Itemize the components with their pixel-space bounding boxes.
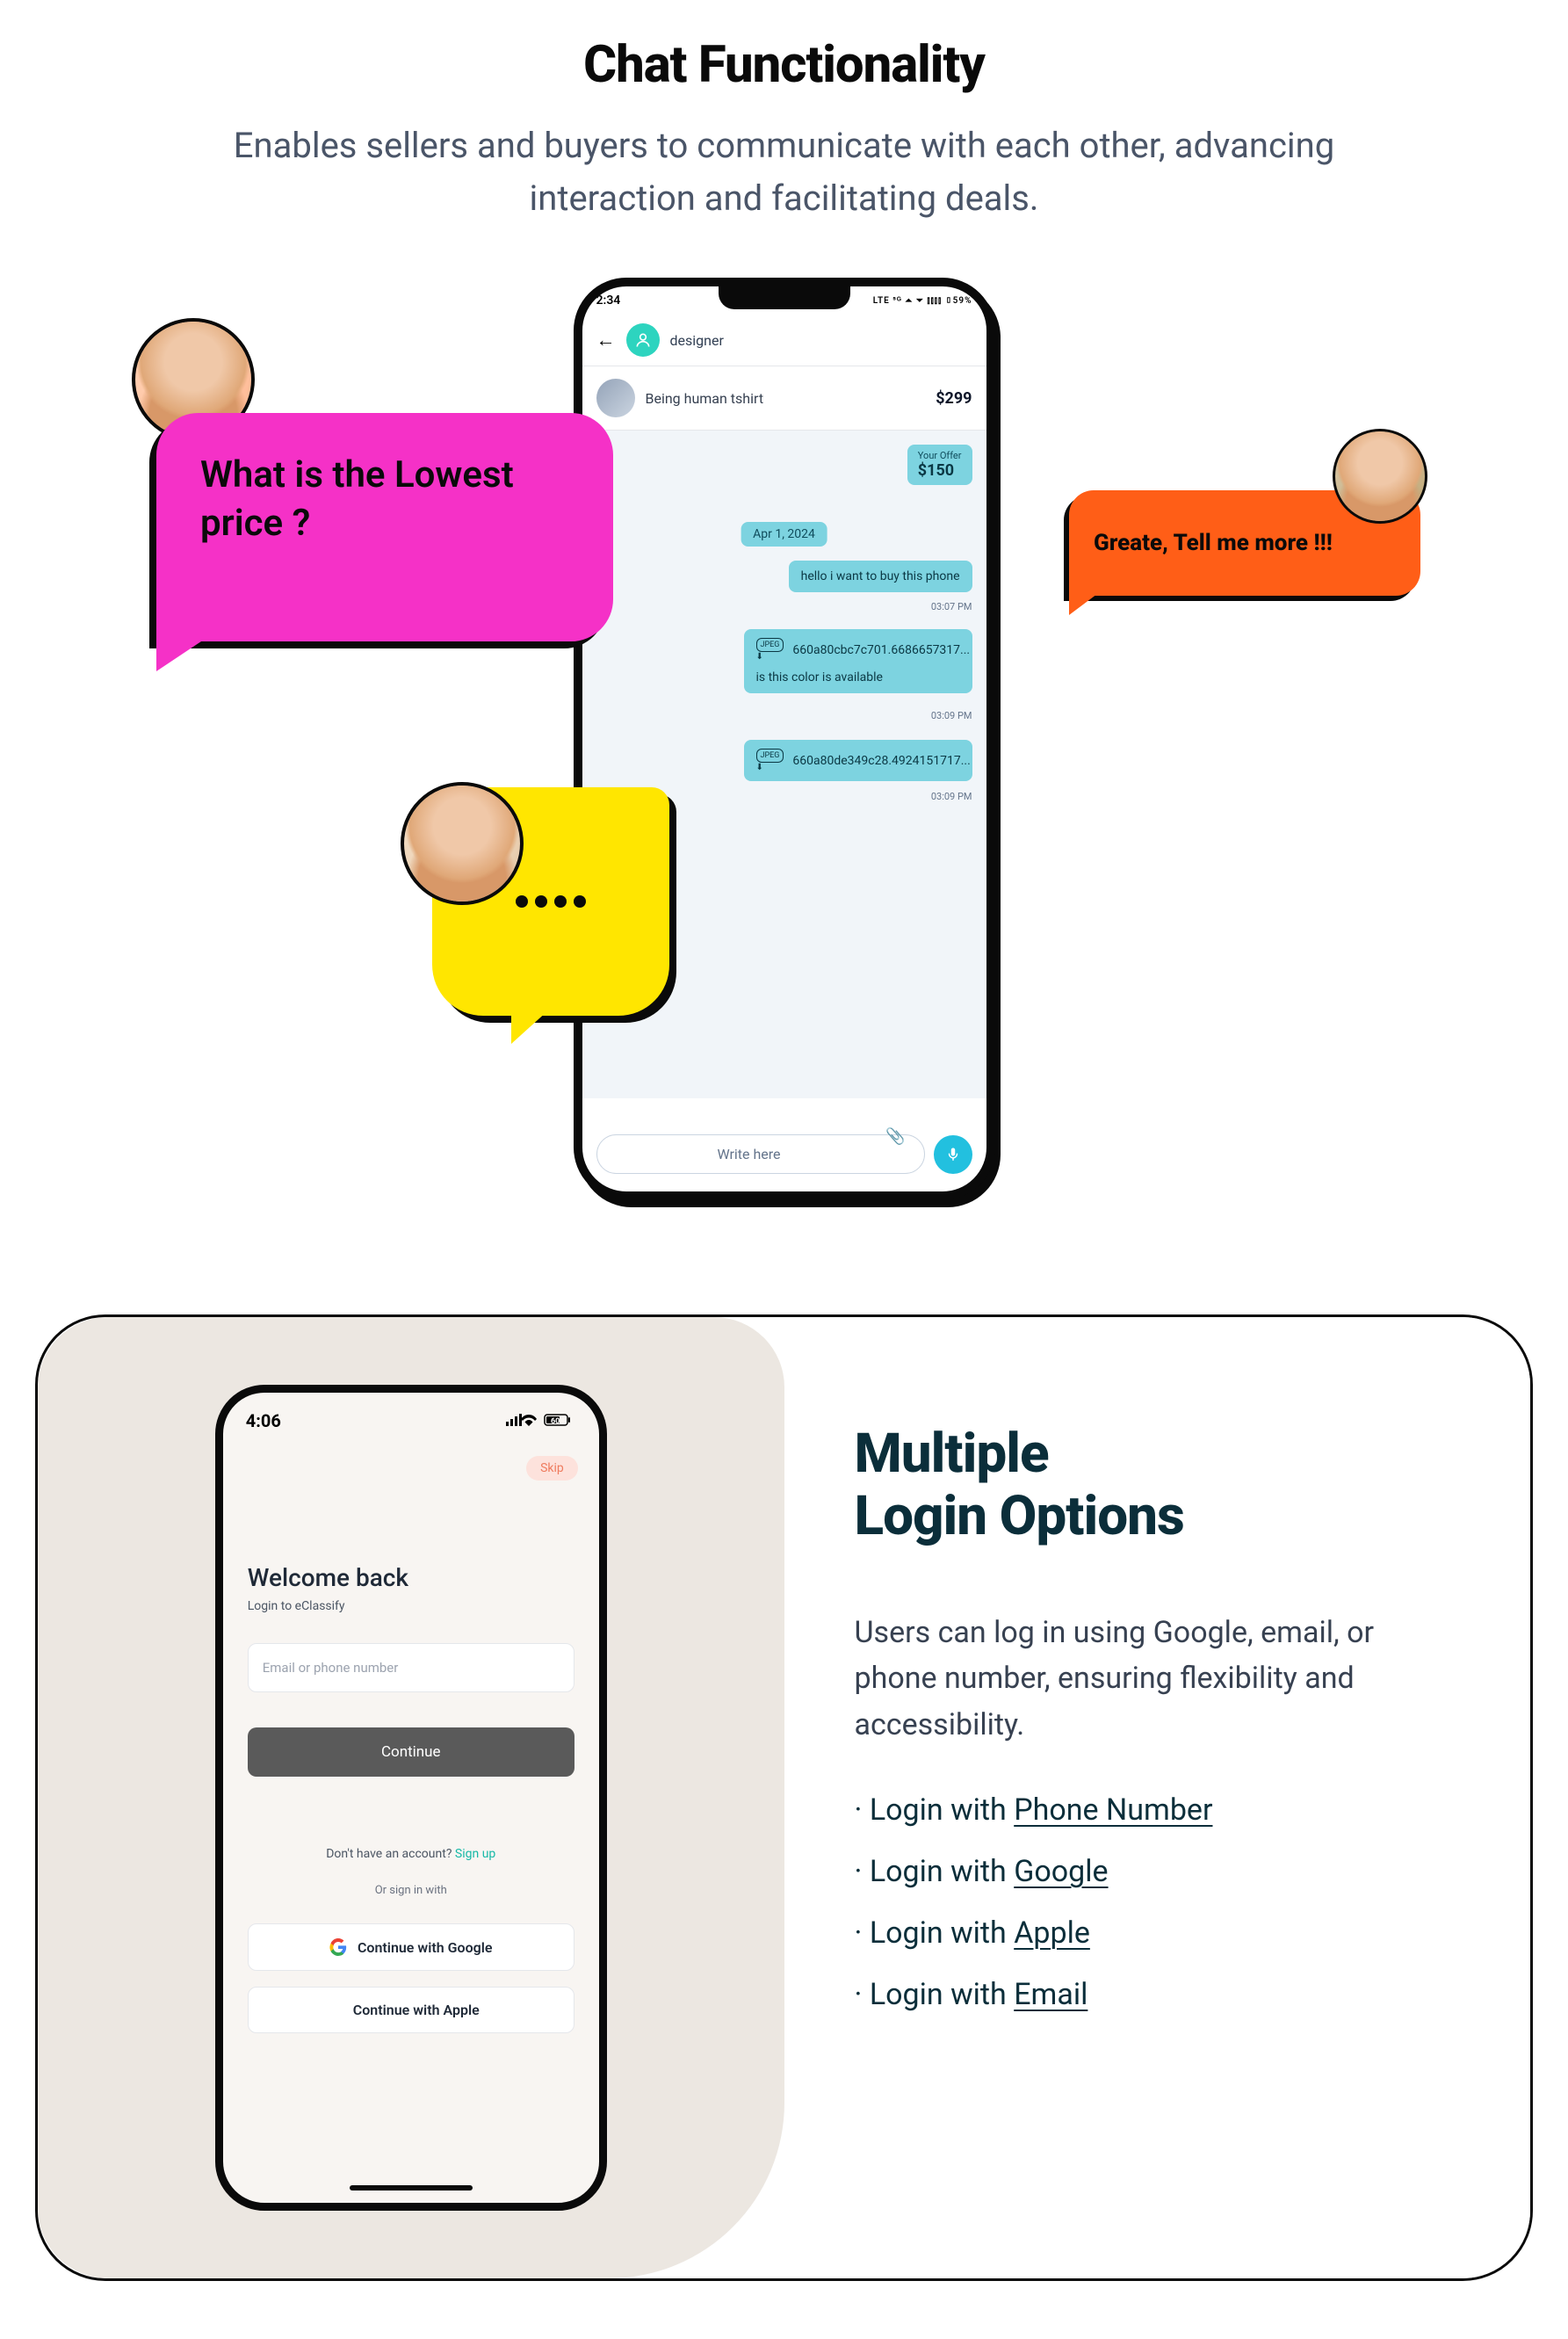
jpeg-icon[interactable]: JPEG ⬇ [756, 638, 784, 662]
google-login-button[interactable]: Continue with Google [248, 1923, 574, 1971]
signup-row: Don't have an account? Sign up [248, 1847, 574, 1861]
item-em: Google [1014, 1854, 1108, 1889]
section2-description: Users can log in using Google, email, or… [855, 1610, 1452, 1749]
list-item: Login with Phone Number [855, 1792, 1461, 1828]
typing-dots-icon [516, 895, 586, 908]
item-pre: Login with [870, 1792, 1014, 1828]
avatar [401, 782, 524, 905]
mic-button[interactable] [934, 1135, 972, 1174]
user-avatar-icon[interactable] [626, 323, 660, 357]
message-time: 03:09 PM [931, 710, 972, 721]
status-time: 2:34 [596, 293, 621, 308]
file-name: 660a80de349c28.4924151717... [792, 754, 970, 768]
offer-label: Your Offer [918, 450, 962, 461]
welcome-title: Welcome back [248, 1563, 574, 1592]
chat-header: ← designer [582, 315, 986, 366]
download-icon[interactable]: ⬇ [756, 652, 784, 662]
chat-message: hello i want to buy this phone [789, 561, 972, 592]
section1-title: Chat Functionality [53, 35, 1515, 95]
item-pre: Login with [870, 1854, 1014, 1889]
continue-button[interactable]: Continue [248, 1727, 574, 1777]
home-indicator [350, 2185, 473, 2191]
bubble-text: What is the Lowest price ? [200, 452, 569, 547]
chat-phone-mockup: 2:34 LTE ⁵ᴳ ⏶ ⏷ ⫾⫾⫾⫾ ▯59% ← designer Bei… [574, 278, 995, 1200]
login-phone-mockup: 4:06 60 Skip Welcome back Login to eClas… [215, 1385, 607, 2211]
file-name: 660a80cbc7c701.6686657317... [792, 643, 970, 657]
login-section: 4:06 60 Skip Welcome back Login to eClas… [35, 1314, 1533, 2281]
jpeg-icon[interactable]: JPEG ⬇ [756, 749, 784, 772]
item-em: Email [1014, 1977, 1087, 2012]
status-time: 4:06 [246, 1410, 281, 1431]
title-line-2: Login Options [855, 1484, 1184, 1548]
download-icon[interactable]: ⬇ [756, 763, 784, 772]
divider-text: Or sign in with [248, 1884, 574, 1897]
message-time: 03:09 PM [931, 791, 972, 802]
title-line-1: Multiple [855, 1422, 1049, 1486]
offer-amount: $150 [918, 461, 962, 480]
skip-button[interactable]: Skip [526, 1456, 578, 1481]
item-pre: Login with [870, 1977, 1014, 2012]
email-phone-input[interactable]: Email or phone number [248, 1643, 574, 1692]
product-price: $299 [936, 389, 972, 408]
jpeg-label: JPEG [756, 749, 784, 763]
jpeg-label: JPEG [756, 638, 784, 652]
item-pre: Login with [870, 1915, 1014, 1951]
login-subtitle: Login to eClassify [248, 1599, 574, 1613]
message-time: 03:07 PM [931, 601, 972, 612]
apple-login-button[interactable]: Continue with Apple [248, 1987, 574, 2033]
product-name: Being human tshirt [646, 390, 926, 407]
login-options-list: Login with Phone Number Login with Googl… [855, 1792, 1461, 2012]
google-btn-label: Continue with Google [358, 1939, 493, 1956]
status-bar: 4:06 60 [223, 1393, 599, 1449]
phone-notch [719, 286, 850, 309]
offer-box: Your Offer $150 [907, 445, 972, 485]
speech-bubble-pink: What is the Lowest price ? [156, 413, 613, 641]
svg-text:60: 60 [551, 1417, 560, 1426]
chat-username: designer [670, 332, 724, 349]
bubble-text: Greate, Tell me more !!! [1094, 530, 1333, 556]
avatar [1333, 429, 1427, 524]
product-row[interactable]: Being human tshirt $299 [582, 366, 986, 431]
date-chip: Apr 1, 2024 [741, 522, 827, 547]
list-item: Login with Google [855, 1854, 1461, 1889]
google-icon [329, 1938, 347, 1956]
chat-text: is this color is available [756, 670, 960, 684]
list-item: Login with Apple [855, 1915, 1461, 1951]
chat-message: JPEG ⬇ 660a80cbc7c701.6686657317... is t… [744, 629, 972, 693]
chat-input[interactable]: Write here [596, 1134, 925, 1174]
status-icons: LTE ⁵ᴳ ⏶ ⏷ ⫾⫾⫾⫾ ▯59% [873, 296, 972, 306]
apple-btn-label: Continue with Apple [353, 2002, 480, 2018]
back-icon[interactable]: ← [596, 329, 616, 351]
product-thumbnail [596, 379, 635, 417]
attachment-icon[interactable]: 📎 [885, 1127, 905, 1146]
item-em: Phone Number [1014, 1792, 1212, 1828]
list-item: Login with Email [855, 1977, 1461, 2012]
section1-description: Enables sellers and buyers to communicat… [170, 119, 1399, 225]
item-em: Apple [1014, 1915, 1090, 1951]
chat-message: JPEG ⬇ 660a80de349c28.4924151717... [744, 740, 972, 781]
status-icons: 60 [506, 1410, 576, 1431]
section2-title: Multiple Login Options [855, 1423, 1461, 1548]
signup-pre: Don't have an account? [326, 1847, 455, 1861]
signup-link[interactable]: Sign up [455, 1847, 495, 1861]
